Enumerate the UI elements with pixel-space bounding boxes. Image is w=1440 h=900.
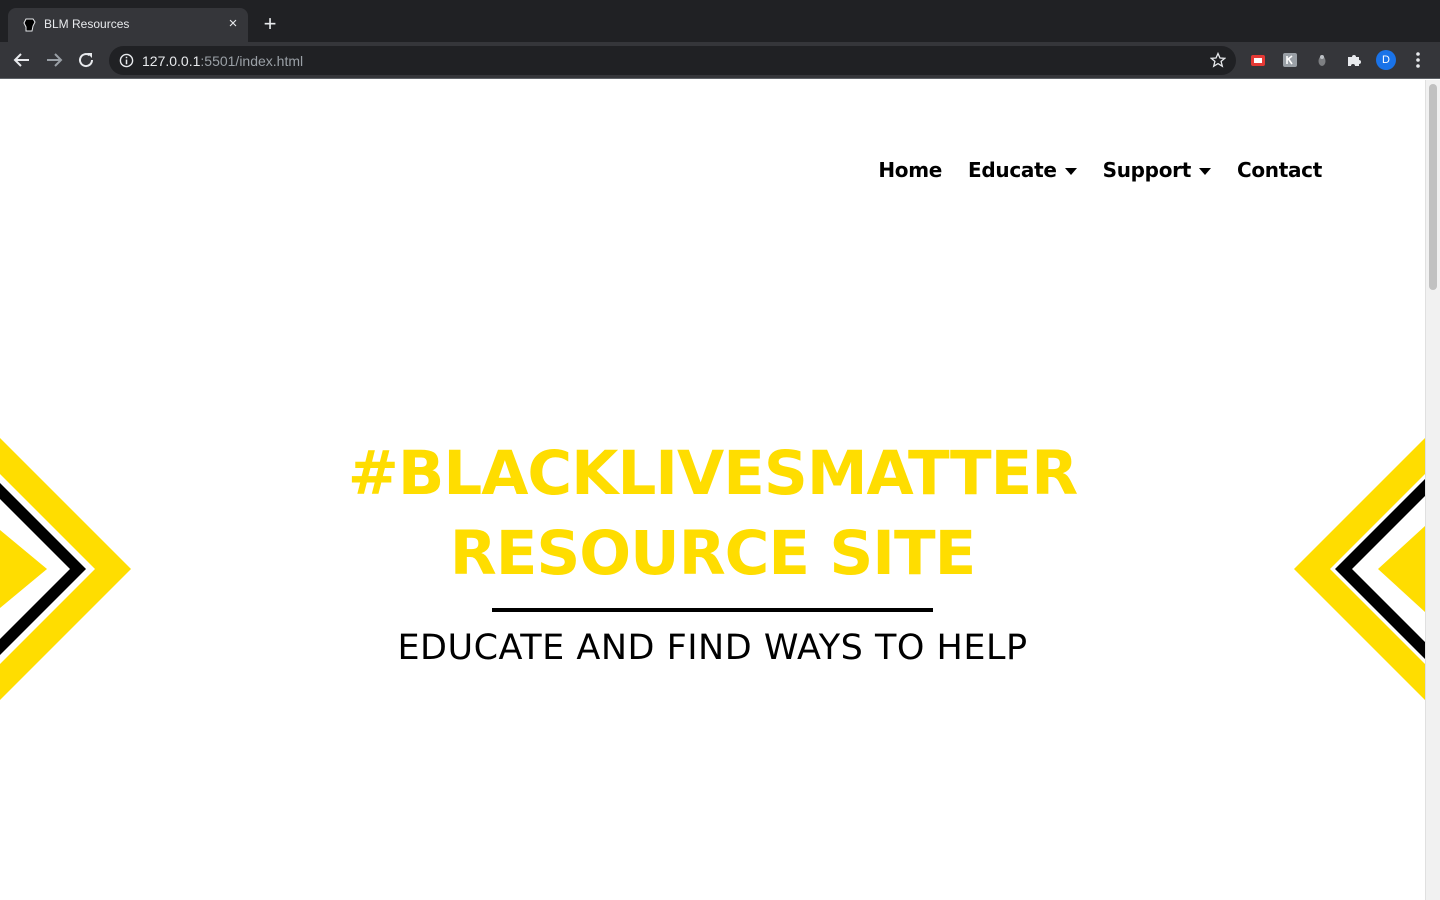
browser-tab[interactable]: BLM Resources × (8, 8, 248, 42)
nav-educate-label: Educate (968, 158, 1057, 182)
raised-fist-icon (23, 18, 36, 32)
nav-home-label: Home (878, 158, 943, 182)
forward-arrow-icon[interactable] (42, 48, 66, 72)
page-scrollbar[interactable] (1425, 80, 1440, 900)
nav-educate-dropdown[interactable]: Educate (968, 158, 1077, 182)
scrollbar-thumb[interactable] (1429, 84, 1437, 290)
address-bar[interactable]: 127.0.0.1:5501/index.html (109, 46, 1236, 75)
site-info-icon[interactable] (119, 53, 134, 68)
url-path: :5501/index.html (200, 53, 304, 69)
nav-home-link[interactable]: Home (878, 158, 942, 182)
extension-red-icon[interactable] (1250, 52, 1266, 68)
new-tab-icon[interactable]: + (258, 13, 282, 37)
tab-title: BLM Resources (44, 17, 130, 31)
extension-k-icon[interactable] (1282, 52, 1298, 68)
browser-menu-icon[interactable] (1412, 50, 1424, 70)
profile-avatar[interactable]: D (1376, 50, 1396, 70)
caret-down-icon (1198, 167, 1211, 175)
nav-support-dropdown[interactable]: Support (1103, 158, 1211, 182)
url-host: 127.0.0.1 (142, 53, 201, 69)
nav-contact-label: Contact (1236, 158, 1322, 182)
page-viewport: Home Educate Support Contact #BLACKLIVES… (0, 80, 1425, 900)
bookmark-star-icon[interactable] (1210, 52, 1226, 68)
extension-grey-icon[interactable] (1314, 52, 1330, 68)
browser-toolbar: 127.0.0.1:5501/index.html D (0, 42, 1440, 79)
hero-title-line-2: RESOURCE SITE (449, 518, 977, 589)
back-arrow-icon[interactable] (10, 48, 34, 72)
browser-tab-bar: BLM Resources × + (0, 0, 1440, 42)
extensions-puzzle-icon[interactable] (1346, 52, 1362, 68)
site-navigation: Home Educate Support Contact (852, 158, 1322, 182)
url-text[interactable]: 127.0.0.1:5501/index.html (142, 53, 303, 69)
tab-close-icon[interactable]: × (224, 15, 242, 33)
hero-title-line-1: #BLACKLIVESMATTER (347, 438, 1079, 509)
caret-down-icon (1064, 167, 1077, 175)
reload-icon[interactable] (74, 48, 98, 72)
hero-divider (492, 608, 933, 612)
hero-subtitle: EDUCATE AND FIND WAYS TO HELP (397, 628, 1028, 668)
nav-contact-link[interactable]: Contact (1237, 158, 1322, 182)
nav-support-label: Support (1102, 158, 1192, 182)
